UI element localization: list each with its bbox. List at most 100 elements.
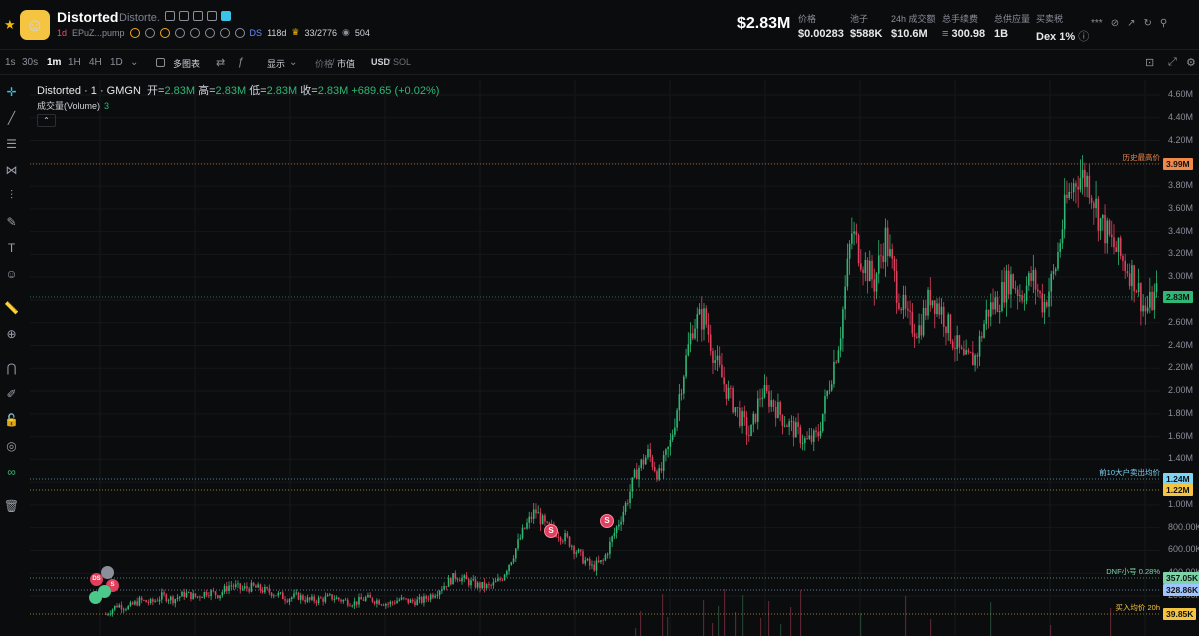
- pump-icon[interactable]: [129, 27, 140, 38]
- timeframe-4h[interactable]: 4H: [89, 57, 102, 68]
- favorite-star-icon[interactable]: ★: [4, 17, 16, 33]
- link-icon[interactable]: ∞: [4, 464, 19, 479]
- zoom-in-icon[interactable]: ⊕: [4, 326, 19, 341]
- candle-body: [1021, 295, 1023, 301]
- mcap-toggle[interactable]: 市值: [337, 57, 355, 70]
- copy-icon[interactable]: [179, 11, 189, 21]
- candle-body: [857, 235, 860, 264]
- verified-icon[interactable]: [221, 11, 231, 21]
- avatar-marker[interactable]: [101, 566, 114, 579]
- candle-body: [1023, 300, 1026, 302]
- candle-body: [317, 597, 320, 603]
- brush-icon[interactable]: ✎: [4, 214, 19, 229]
- candle-body: [727, 387, 730, 399]
- candle-body: [380, 604, 383, 606]
- indicator-icon[interactable]: ƒ: [238, 56, 244, 68]
- candle-body: [264, 586, 266, 593]
- candle-body: [402, 597, 405, 599]
- candle-body: [913, 333, 916, 337]
- history-icon[interactable]: [234, 27, 245, 38]
- fullscreen-icon[interactable]: ⤢: [1168, 56, 1177, 69]
- candle-body: [622, 511, 625, 522]
- ds-badge[interactable]: DS: [250, 28, 263, 38]
- text-icon[interactable]: T: [4, 240, 19, 255]
- share-icon[interactable]: [193, 11, 203, 21]
- candle-body: [295, 592, 298, 594]
- candle-body: [640, 459, 643, 468]
- fib-icon[interactable]: ⫶: [4, 188, 19, 203]
- candle-body: [190, 592, 192, 600]
- compare-icon[interactable]: ⇄: [216, 56, 225, 69]
- trash-icon[interactable]: 🗑: [4, 498, 19, 513]
- search-icon[interactable]: [174, 27, 185, 38]
- candle-body: [745, 417, 748, 436]
- candle-body: [544, 515, 546, 522]
- buy-marker[interactable]: [89, 591, 102, 604]
- horizontal-lines-icon[interactable]: ☰: [4, 136, 19, 151]
- candle-body: [140, 597, 143, 601]
- multi-chart-label[interactable]: 多图表: [173, 57, 200, 70]
- y-tick-label: 1.40M: [1168, 453, 1194, 464]
- eye-icon[interactable]: ◎: [4, 438, 19, 453]
- candle-body: [1095, 198, 1097, 209]
- group-icon[interactable]: [144, 27, 155, 38]
- info-icon[interactable]: ⓘ: [1078, 31, 1089, 43]
- lock-icon[interactable]: 🔓: [4, 412, 19, 427]
- candle-body: [1093, 202, 1095, 209]
- pattern-icon[interactable]: ⋈: [4, 162, 19, 177]
- candle-body: [111, 609, 114, 614]
- candle-body: [382, 604, 385, 606]
- sell-marker[interactable]: S: [544, 524, 558, 538]
- candle-body: [239, 583, 242, 590]
- users-icon[interactable]: [207, 11, 217, 21]
- volume-bar: [990, 602, 992, 636]
- display-menu[interactable]: 显示: [267, 57, 285, 70]
- collapse-legend-button[interactable]: ⌃: [37, 114, 56, 127]
- trendline-icon[interactable]: ╱: [4, 110, 19, 125]
- hide-icon[interactable]: ⊘: [1111, 18, 1119, 29]
- edit-icon[interactable]: [165, 11, 175, 21]
- price-tag: 328.86K: [1163, 584, 1199, 596]
- y-tick-label: 1.60M: [1168, 430, 1194, 441]
- candle-body: [210, 590, 212, 597]
- price-chart[interactable]: [30, 80, 1160, 636]
- emoji-icon[interactable]: ☺: [4, 266, 19, 281]
- timeframe-1h[interactable]: 1H: [68, 57, 81, 68]
- price-toggle[interactable]: 价格: [315, 57, 333, 70]
- refresh-icon[interactable]: ↻: [1143, 18, 1151, 29]
- candle-body: [499, 578, 501, 581]
- candle-body: [716, 355, 719, 361]
- x-icon[interactable]: [204, 27, 215, 38]
- note-icon[interactable]: [219, 27, 230, 38]
- currency-separator: /: [388, 57, 391, 67]
- timeframe-1m[interactable]: 1m: [47, 57, 61, 68]
- candle-body: [987, 309, 990, 317]
- candle-body: [539, 512, 542, 525]
- magnet-icon[interactable]: ⋂: [4, 360, 19, 375]
- stay-drawing-icon[interactable]: ✐: [4, 386, 19, 401]
- multi-chart-checkbox[interactable]: [156, 58, 165, 67]
- sell-marker[interactable]: S: [600, 514, 614, 528]
- crosshair-icon[interactable]: ✛: [4, 84, 19, 99]
- candle-body: [225, 586, 228, 592]
- camera-icon[interactable]: ⊡: [1145, 56, 1154, 69]
- candle-body: [261, 590, 264, 593]
- chevron-down-icon[interactable]: ⌄: [130, 57, 138, 68]
- pin-icon[interactable]: ⚲: [1160, 18, 1167, 29]
- timeframe-1d[interactable]: 1D: [110, 57, 123, 68]
- settings-icon[interactable]: ⚙: [1186, 56, 1196, 69]
- candle-body: [149, 599, 152, 604]
- candle-body: [685, 355, 687, 377]
- candle-body: [593, 564, 596, 571]
- globe-icon[interactable]: [189, 27, 200, 38]
- external-link-icon[interactable]: ↗: [1127, 18, 1135, 29]
- timeframe-1s[interactable]: 1s: [5, 57, 16, 68]
- timeframe-30s[interactable]: 30s: [22, 57, 38, 68]
- display-chevron-icon[interactable]: ⌄: [289, 57, 297, 68]
- ruler-icon[interactable]: 📏: [4, 300, 19, 315]
- candle-body: [1142, 305, 1144, 312]
- candle-body: [391, 601, 394, 603]
- candle-body: [205, 591, 208, 596]
- sol-toggle[interactable]: SOL: [393, 57, 411, 67]
- token-address[interactable]: EPuZ...pump: [72, 28, 125, 38]
